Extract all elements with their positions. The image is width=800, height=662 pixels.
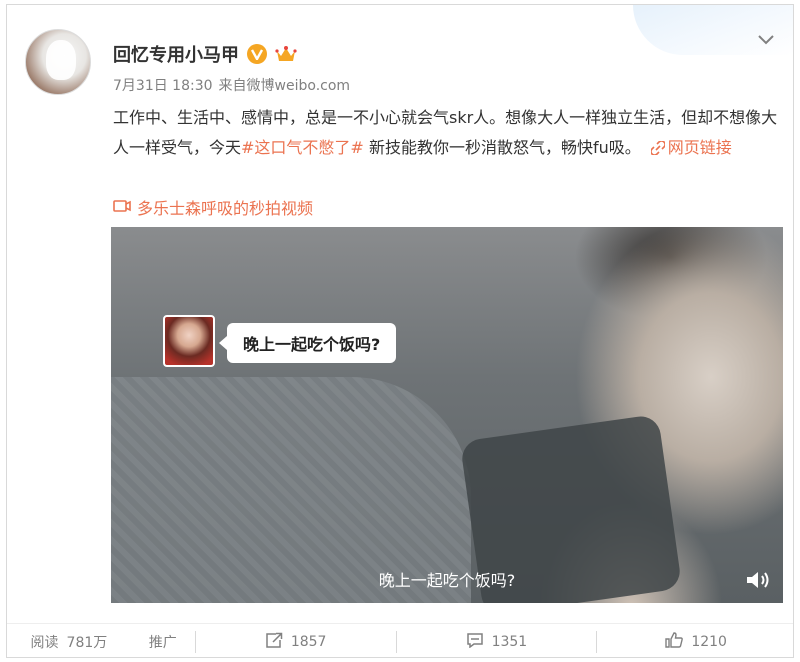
promote-button[interactable]: 推广 — [131, 631, 195, 653]
weibo-post-card: 回忆专用小马甲 7月31日 18:30 来自微博weibo.com 工作中、生活… — [6, 4, 794, 658]
video-player[interactable]: 晚上一起吃个饭吗? 晚上一起吃个饭吗? — [111, 227, 783, 603]
volume-icon[interactable] — [745, 569, 771, 591]
crown-icon[interactable] — [275, 44, 297, 64]
like-icon — [665, 631, 684, 652]
read-label: 阅读 — [30, 634, 59, 651]
web-link-label: 网页链接 — [667, 138, 732, 157]
user-row: 回忆专用小马甲 — [113, 41, 297, 67]
comment-icon — [466, 632, 484, 652]
link-icon — [649, 135, 666, 165]
video-link[interactable]: 多乐士森呼吸的秒拍视频 — [113, 195, 313, 219]
post-source[interactable]: 微博weibo.com — [247, 78, 351, 94]
verified-v-icon — [247, 44, 267, 64]
chat-bubble: 晚上一起吃个饭吗? — [218, 323, 397, 363]
forward-button[interactable]: 1857 — [196, 631, 396, 653]
source-prefix: 来自 — [218, 78, 247, 94]
post-meta: 7月31日 18:30 来自微博weibo.com — [113, 75, 350, 95]
like-count: 1210 — [691, 633, 727, 650]
avatar[interactable] — [25, 29, 91, 95]
read-count-value: 781万 — [66, 634, 108, 651]
comment-button[interactable]: 1351 — [397, 631, 597, 653]
chat-avatar — [163, 315, 215, 367]
post-text-part2: 新技能教你一秒消散怒气，畅快fu吸。 — [368, 138, 641, 157]
topic-link[interactable]: #这口气不憋了# — [241, 138, 364, 157]
action-bar: 阅读 781万 推广 1857 1351 1210 — [7, 623, 793, 657]
video-link-label: 多乐士森呼吸的秒拍视频 — [137, 199, 314, 218]
like-button[interactable]: 1210 — [597, 631, 793, 653]
web-link[interactable]: 网页链接 — [649, 138, 732, 157]
post-text: 工作中、生活中、感情中，总是一不小心就会气skr人。想像大人一样独立生活，但却不… — [113, 103, 783, 165]
forward-count: 1857 — [290, 633, 327, 650]
read-count: 阅读 781万 — [7, 631, 131, 653]
video-icon — [113, 198, 131, 217]
video-subtitle: 晚上一起吃个饭吗? — [378, 571, 516, 590]
forward-icon — [265, 632, 283, 652]
promote-label: 推广 — [148, 634, 177, 651]
comment-count: 1351 — [491, 633, 528, 650]
chevron-down-icon[interactable] — [757, 31, 775, 49]
post-date[interactable]: 7月31日 18:30 — [113, 75, 213, 95]
username[interactable]: 回忆专用小马甲 — [113, 41, 239, 67]
